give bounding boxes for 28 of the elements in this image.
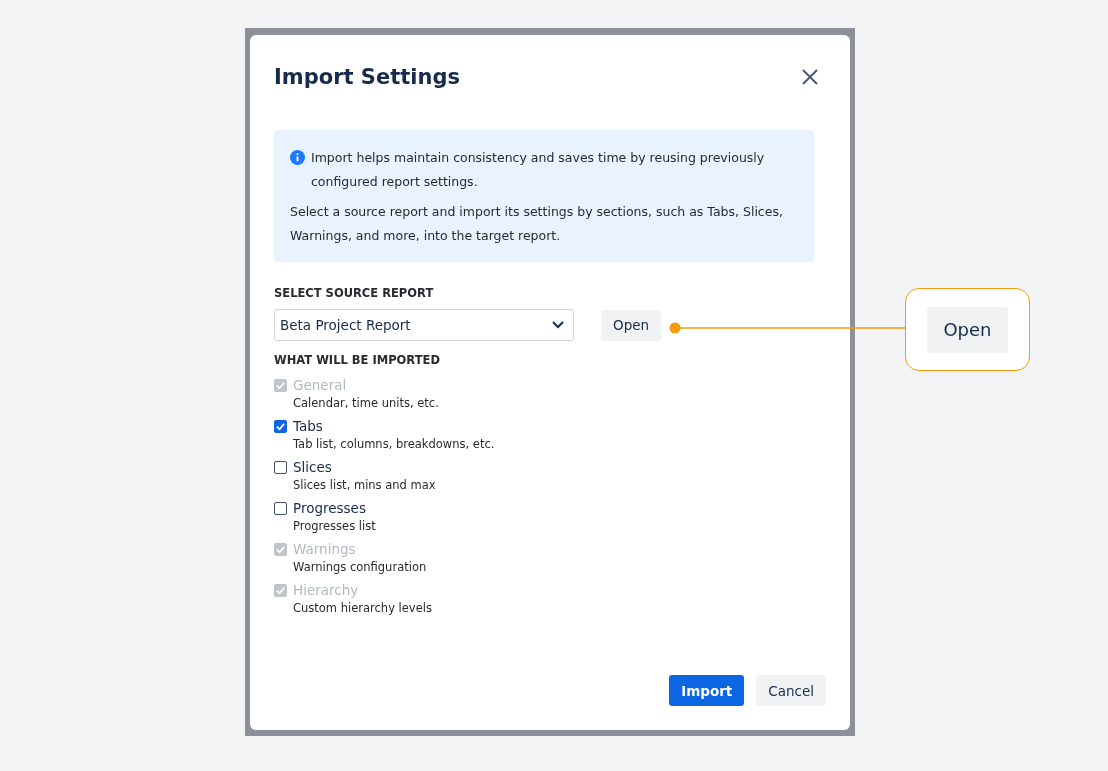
checkbox-description: Custom hierarchy levels	[293, 601, 433, 615]
open-button[interactable]: Open	[601, 309, 662, 341]
open-button[interactable]: Open	[927, 306, 1008, 353]
checkbox-description: Tab list, columns, breakdowns, etc.	[293, 437, 496, 451]
checkbox-description: Calendar, time units, etc.	[293, 396, 440, 410]
checkbox[interactable]	[274, 460, 287, 474]
checkbox-description: Slices list, mins and max	[293, 478, 437, 492]
close-icon[interactable]	[802, 69, 818, 85]
checkbox-label: Hierarchy	[293, 582, 359, 598]
checkbox[interactable]	[274, 419, 287, 433]
checkbox-label: Tabs	[293, 418, 323, 434]
info-text: Import helps maintain consistency and saves time by reusing previously configured report settings.	[311, 149, 766, 191]
cancel-button[interactable]: Cancel	[756, 675, 826, 706]
source-select[interactable]: Beta Project Report	[274, 309, 574, 341]
import-button[interactable]: Import	[669, 675, 745, 706]
checkbox-label: General	[293, 377, 347, 393]
checkbox-description: Progresses list	[293, 519, 377, 533]
info-icon	[290, 150, 305, 165]
chevron-down-icon	[552, 321, 564, 329]
checkbox-description: Warnings configuration	[293, 560, 428, 574]
section-label: SELECT SOURCE REPORT	[274, 286, 435, 300]
checkbox-label: Slices	[293, 459, 332, 475]
checkbox[interactable]	[274, 501, 287, 515]
info-text: Select a source report and import its settings by sections, such as Tabs, Slices, Warnings, and more, into the target report.	[290, 203, 784, 245]
checkbox-label: Warnings	[293, 541, 356, 557]
section-label: WHAT WILL BE IMPORTED	[274, 353, 441, 367]
dialog-title: Import Settings	[274, 65, 460, 89]
checkbox-label: Progresses	[293, 500, 366, 516]
